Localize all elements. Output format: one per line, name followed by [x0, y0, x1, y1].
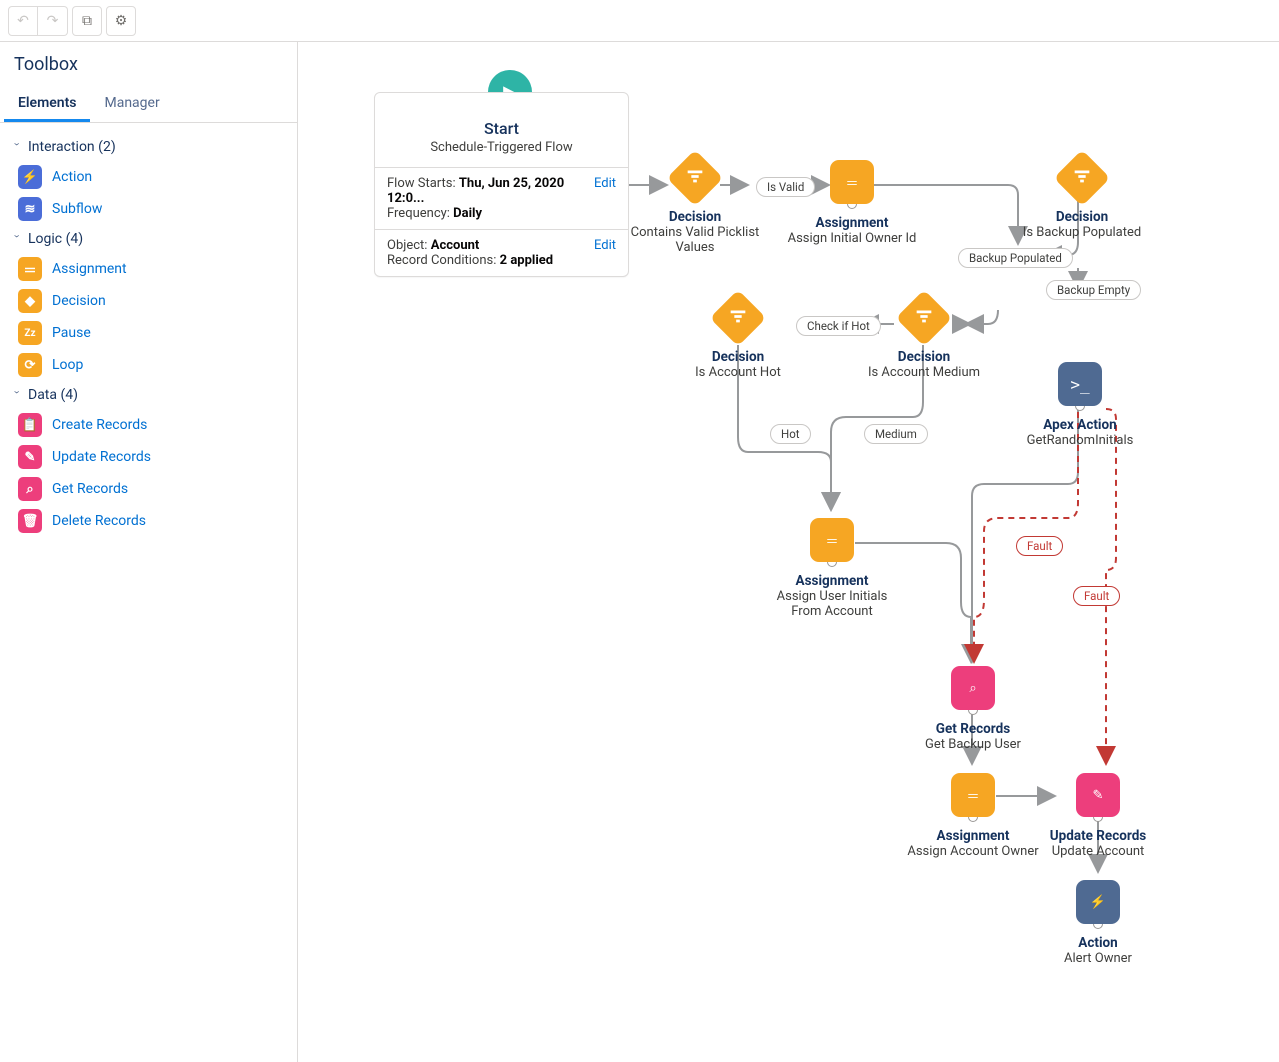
sidebar-title: Toolbox	[0, 42, 297, 85]
start-subtitle: Schedule-Triggered Flow	[385, 140, 618, 155]
decision-icon	[727, 305, 749, 331]
decision-icon	[913, 305, 935, 331]
pill-fault-2[interactable]: Fault	[1073, 586, 1120, 606]
pill-medium[interactable]: Medium	[864, 424, 928, 444]
node-decision-medium[interactable]: DecisionIs Account Medium	[854, 298, 994, 380]
node-assignment-initials[interactable]: ＝ AssignmentAssign User Initials From Ac…	[762, 518, 902, 619]
chevron-down-icon: ›	[11, 390, 24, 400]
category-data[interactable]: › Data (4)	[8, 381, 289, 409]
decision-icon: ◆	[18, 289, 42, 313]
pill-backup-empty[interactable]: Backup Empty	[1046, 280, 1141, 300]
gear-icon: ⚙	[115, 12, 128, 29]
palette-action[interactable]: ⚡Action	[8, 161, 289, 193]
lightning-icon: ⚡	[1076, 880, 1120, 924]
node-assignment-owner[interactable]: ＝ AssignmentAssign Initial Owner Id	[782, 160, 922, 246]
copy-button[interactable]: ⧉	[72, 6, 102, 36]
pill-check-hot[interactable]: Check if Hot	[796, 316, 881, 336]
assignment-icon: ＝	[810, 518, 854, 562]
node-decision-valid[interactable]: DecisionContains Valid Picklist Values	[625, 158, 765, 255]
assignment-icon: ＝	[830, 160, 874, 204]
start-card[interactable]: Start Schedule-Triggered Flow Flow Start…	[374, 92, 629, 277]
palette-assignment[interactable]: ＝Assignment	[8, 253, 289, 285]
loop-icon: ⟳	[18, 353, 42, 377]
tab-manager[interactable]: Manager	[90, 85, 173, 122]
undo-button[interactable]: ↶	[8, 6, 38, 36]
get-records-icon: ⌕	[18, 477, 42, 501]
delete-records-icon: 🗑	[18, 509, 42, 533]
decision-icon	[684, 165, 706, 191]
palette-create-records[interactable]: 📋Create Records	[8, 409, 289, 441]
chevron-down-icon: ›	[11, 234, 24, 244]
update-records-icon: ✎	[18, 445, 42, 469]
category-logic[interactable]: › Logic (4)	[8, 225, 289, 253]
node-decision-backup[interactable]: DecisionIs Backup Populated	[1012, 158, 1152, 240]
edit-schedule-link[interactable]: Edit	[594, 176, 616, 221]
subflow-icon: ≋	[18, 197, 42, 221]
update-records-icon: ✎	[1076, 773, 1120, 817]
palette-subflow[interactable]: ≋Subflow	[8, 193, 289, 225]
lightning-icon: ⚡	[18, 165, 42, 189]
palette-pause[interactable]: ZzPause	[8, 317, 289, 349]
pill-hot[interactable]: Hot	[770, 424, 811, 444]
pill-is-valid[interactable]: Is Valid	[756, 177, 815, 197]
node-action-alert[interactable]: ⚡ ActionAlert Owner	[1028, 880, 1168, 966]
node-get-records[interactable]: ⌕ Get RecordsGet Backup User	[903, 666, 1043, 752]
decision-icon	[1071, 165, 1093, 191]
pill-backup-populated[interactable]: Backup Populated	[958, 248, 1073, 268]
assignment-icon: ＝	[951, 773, 995, 817]
palette-update-records[interactable]: ✎Update Records	[8, 441, 289, 473]
chevron-down-icon: ›	[11, 142, 24, 152]
node-apex-action[interactable]: >_ Apex ActionGetRandomInitials	[1010, 362, 1150, 448]
create-records-icon: 📋	[18, 413, 42, 437]
top-toolbar: ↶ ↷ ⧉ ⚙	[0, 0, 1279, 42]
assignment-icon: ＝	[18, 257, 42, 281]
apex-icon: >_	[1058, 362, 1102, 406]
redo-button[interactable]: ↷	[38, 6, 68, 36]
node-decision-hot[interactable]: DecisionIs Account Hot	[668, 298, 808, 380]
flow-canvas[interactable]: ▶ Start Schedule-Triggered Flow Flow Sta…	[298, 42, 1279, 1062]
palette-delete-records[interactable]: 🗑Delete Records	[8, 505, 289, 537]
category-interaction[interactable]: › Interaction (2)	[8, 133, 289, 161]
node-assignment-account[interactable]: ＝ AssignmentAssign Account Owner	[903, 773, 1043, 859]
get-records-icon: ⌕	[951, 666, 995, 710]
pause-icon: Zz	[18, 321, 42, 345]
start-title: Start	[385, 119, 618, 138]
node-update-records[interactable]: ✎ Update RecordsUpdate Account	[1028, 773, 1168, 859]
settings-button[interactable]: ⚙	[106, 6, 136, 36]
palette-decision[interactable]: ◆Decision	[8, 285, 289, 317]
pill-fault-1[interactable]: Fault	[1016, 536, 1063, 556]
edit-object-link[interactable]: Edit	[594, 238, 616, 268]
tab-elements[interactable]: Elements	[4, 85, 90, 122]
sidebar: Toolbox Elements Manager › Interaction (…	[0, 42, 298, 1062]
palette-get-records[interactable]: ⌕Get Records	[8, 473, 289, 505]
palette-loop[interactable]: ⟳Loop	[8, 349, 289, 381]
